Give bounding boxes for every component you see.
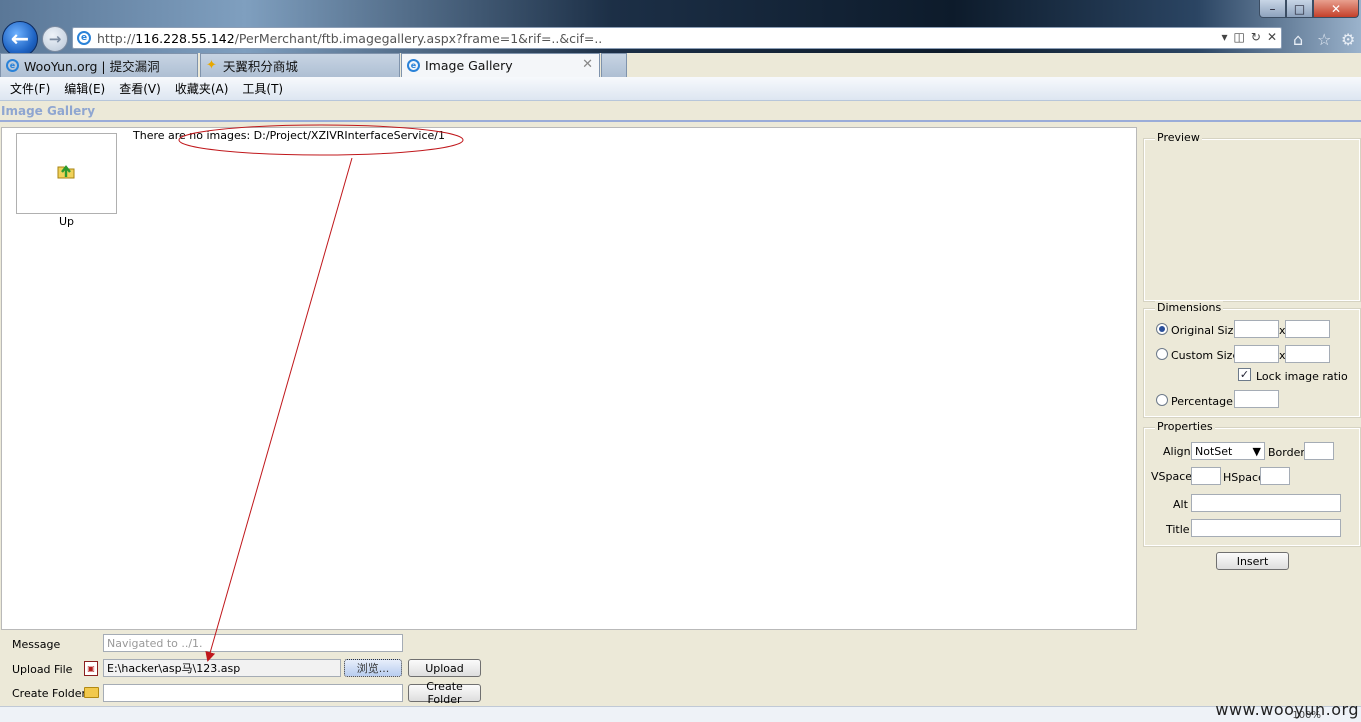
custom-size-radio[interactable] <box>1156 348 1168 360</box>
arrow-left-icon: ← <box>10 26 30 52</box>
new-tab-button[interactable] <box>601 53 627 77</box>
tab-image-gallery[interactable]: e Image Gallery ✕ <box>401 53 600 77</box>
vspace-field[interactable] <box>1191 467 1221 485</box>
upload-file-field[interactable] <box>103 659 341 677</box>
tab-strip: e WooYun.org | 提交漏洞 ✦ 天翼积分商城 e Image Gal… <box>0 53 1361 77</box>
close-icon[interactable]: ✕ <box>582 57 593 72</box>
back-button[interactable]: ← <box>2 21 38 57</box>
vspace-label: VSpace <box>1151 470 1193 483</box>
dimensions-title: Dimensions <box>1155 301 1224 314</box>
percentage-label: Percentage <box>1171 395 1233 408</box>
title-field[interactable] <box>1191 519 1341 537</box>
align-value: NotSet <box>1195 444 1233 458</box>
original-size-label: Original Size <box>1171 324 1241 337</box>
create-folder-field[interactable] <box>103 684 403 702</box>
insert-button[interactable]: Insert <box>1216 552 1289 570</box>
home-icon[interactable]: ⌂ <box>1293 30 1303 49</box>
percentage-radio[interactable] <box>1156 394 1168 406</box>
folder-icon <box>84 687 99 698</box>
browse-button[interactable]: 浏览... <box>344 659 402 677</box>
folder-up-icon <box>57 165 75 179</box>
align-label: Align <box>1163 445 1191 458</box>
dropdown-icon[interactable]: ▾ <box>1222 30 1228 44</box>
gear-icon[interactable]: ⚙ <box>1341 30 1355 49</box>
lock-ratio-checkbox[interactable]: ✓ <box>1238 368 1251 381</box>
properties-title: Properties <box>1155 420 1215 433</box>
ie-page-icon: e <box>6 59 19 72</box>
title-label: Title <box>1166 523 1190 536</box>
menu-favorites[interactable]: 收藏夹(A) <box>168 80 236 97</box>
menu-tools[interactable]: 工具(T) <box>235 80 290 97</box>
create-folder-button[interactable]: Create Folder <box>408 680 481 706</box>
site-star-icon: ✦ <box>206 58 217 73</box>
menu-file[interactable]: 文件(F) <box>3 80 57 97</box>
stop-icon[interactable]: ✕ <box>1267 30 1277 44</box>
refresh-icon[interactable]: ↻ <box>1251 30 1261 44</box>
border-label: Border <box>1268 446 1305 459</box>
no-images-message: There are no images: D:/Project/XZIVRInt… <box>133 129 445 142</box>
forward-button[interactable]: → <box>42 26 68 52</box>
address-bar[interactable]: e http://116.228.55.142/PerMerchant/ftb.… <box>72 27 1282 49</box>
original-size-radio[interactable] <box>1156 323 1168 335</box>
file-icon: ▣ <box>84 661 98 676</box>
gallery-pane <box>1 127 1137 630</box>
up-label: Up <box>58 215 75 228</box>
upload-button[interactable]: Upload <box>408 659 481 677</box>
status-bar <box>0 706 1361 722</box>
menu-edit[interactable]: 编辑(E) <box>57 80 112 97</box>
hspace-label: HSpace <box>1223 471 1265 484</box>
create-folder-label: Create Folder <box>12 687 87 700</box>
page-title: Image Gallery <box>0 104 1361 122</box>
compat-view-icon[interactable]: ◫ <box>1234 30 1245 44</box>
custom-size-label: Custom Size <box>1171 349 1240 362</box>
original-height-field[interactable] <box>1285 320 1330 338</box>
arrow-right-icon: → <box>48 30 62 48</box>
url-path: /PerMerchant/ftb.imagegallery.aspx?frame… <box>234 30 603 46</box>
alt-field[interactable] <box>1191 494 1341 512</box>
minimize-button[interactable]: – <box>1259 0 1286 18</box>
custom-height-field[interactable] <box>1285 345 1330 363</box>
ie-page-icon: e <box>407 59 420 72</box>
preview-title: Preview <box>1155 131 1202 144</box>
alt-label: Alt <box>1173 498 1188 511</box>
tab-label: 天翼积分商城 <box>222 59 298 74</box>
preview-group: Preview <box>1143 131 1361 302</box>
upload-file-label: Upload File <box>12 663 73 676</box>
align-select[interactable]: NotSet ▼ <box>1191 442 1265 460</box>
close-window-button[interactable]: ✕ <box>1313 0 1359 18</box>
ie-page-icon: e <box>77 31 91 45</box>
watermark-text: www.wooyun.org <box>1215 700 1359 719</box>
custom-width-field[interactable] <box>1234 345 1279 363</box>
original-width-field[interactable] <box>1234 320 1279 338</box>
tab-tianyi[interactable]: ✦ 天翼积分商城 <box>200 53 400 77</box>
url-prefix: http:// <box>97 30 136 46</box>
favorites-star-icon[interactable]: ☆ <box>1317 30 1331 49</box>
tab-wooyun[interactable]: e WooYun.org | 提交漏洞 <box>0 53 198 77</box>
url-host: 116.228.55.142 <box>135 30 235 46</box>
message-field[interactable] <box>103 634 403 652</box>
tab-label: Image Gallery <box>425 58 513 73</box>
menu-view[interactable]: 查看(V) <box>112 80 168 97</box>
tab-label: WooYun.org | 提交漏洞 <box>24 59 160 74</box>
message-label: Message <box>12 638 61 651</box>
hspace-field[interactable] <box>1260 467 1290 485</box>
border-field[interactable] <box>1304 442 1334 460</box>
menu-bar: 文件(F) 编辑(E) 查看(V) 收藏夹(A) 工具(T) <box>0 77 1361 101</box>
percentage-field[interactable] <box>1234 390 1279 408</box>
lock-ratio-label: Lock image ratio <box>1256 370 1348 383</box>
chevron-down-icon: ▼ <box>1252 444 1261 458</box>
maximize-button[interactable]: □ <box>1286 0 1313 18</box>
